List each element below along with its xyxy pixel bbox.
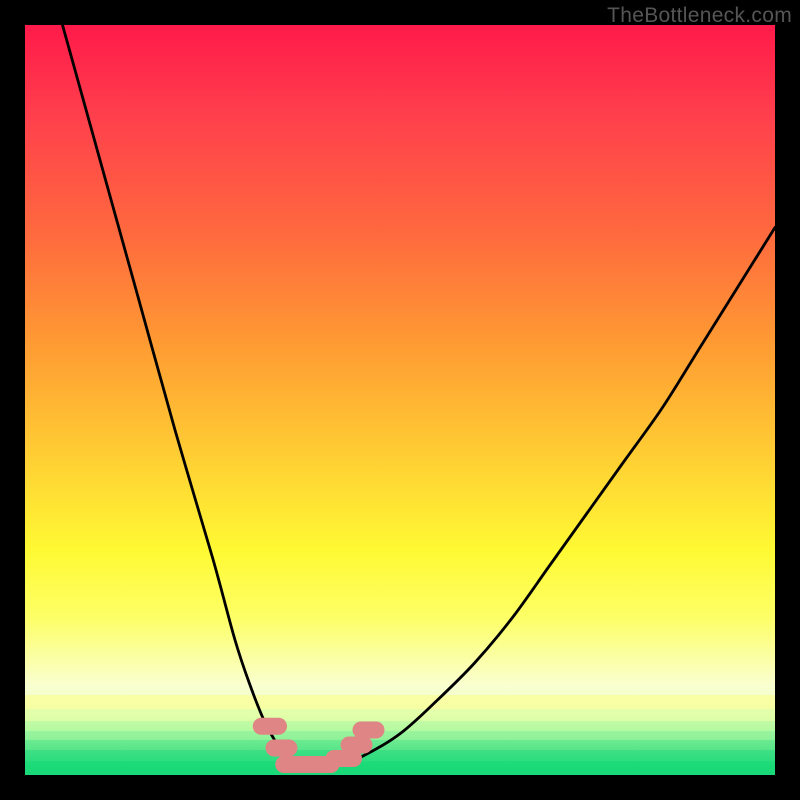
bottleneck-curve <box>63 25 776 768</box>
watermark-text: TheBottleneck.com <box>607 4 792 28</box>
flat-marker-group <box>261 726 376 764</box>
chart-area <box>25 25 775 775</box>
curve-layer <box>25 25 775 775</box>
